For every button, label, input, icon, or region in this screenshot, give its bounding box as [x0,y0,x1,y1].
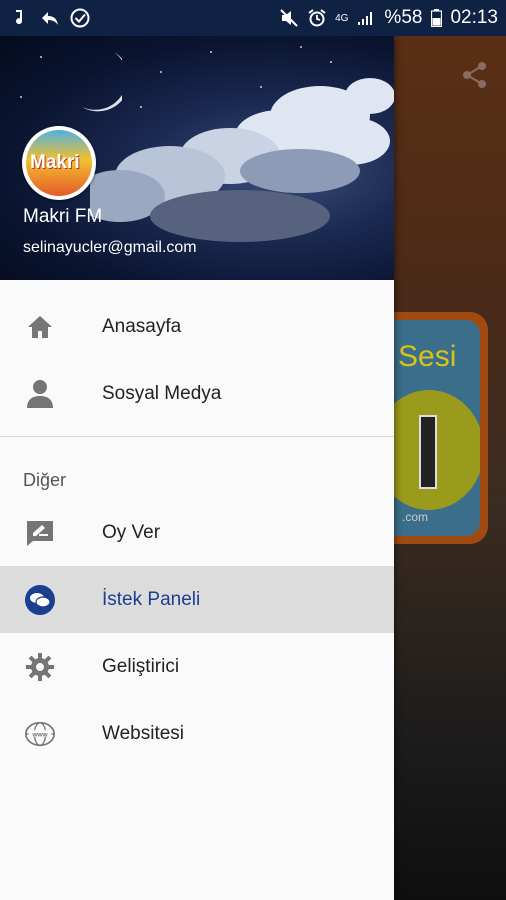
station-logo-text: Sesi [398,340,457,373]
menu-item-label: Anasayfa [102,315,182,337]
menu-item-website[interactable]: www Websitesi [0,700,394,767]
gear-icon [24,651,56,683]
person-icon [24,378,56,410]
station-logo: Sesi .com [394,312,488,544]
check-circle-icon [70,8,90,28]
alarm-icon [307,8,327,28]
menu-item-label: Websitesi [102,722,185,744]
user-name: Makri FM [23,206,103,227]
station-logo-domain: .com [402,510,429,524]
menu-item-label: Oy Ver [102,521,161,543]
menu-item-developer[interactable]: Geliştirici [0,633,394,700]
reply-icon [40,8,60,28]
menu-item-rate[interactable]: Oy Ver [0,499,394,566]
user-email: selinayucler@gmail.com [23,239,197,256]
battery-percent: %58 [384,7,423,28]
menu-item-social[interactable]: Sosyal Medya [0,360,394,427]
drawer-header: Makri Makri FM selinayucler@gmail.com [0,36,394,280]
navigation-drawer: Makri Makri FM selinayucler@gmail.com An… [0,36,394,900]
clouds-image [90,78,394,242]
menu-item-label: Geliştirici [102,655,180,677]
network-type-label: 4G [335,12,349,24]
chat-icon [24,584,56,616]
battery-icon [430,8,442,28]
share-icon[interactable] [460,60,490,90]
music-note-icon [10,8,30,28]
drawer-menu: Anasayfa Sosyal Medya Diğer Oy Ver İstek… [0,280,394,767]
clock: 02:13 [450,7,498,28]
signal-icon [356,8,376,28]
avatar-logo-text: Makri [30,152,80,173]
home-icon [24,311,56,343]
rate-icon [24,517,56,549]
menu-item-request-panel[interactable]: İstek Paneli [0,566,394,633]
menu-item-label: İstek Paneli [102,588,201,610]
section-title: Diğer [23,470,67,490]
menu-item-label: Sosyal Medya [102,382,222,404]
svg-text:www: www [31,731,48,738]
menu-item-home[interactable]: Anasayfa [0,293,394,360]
status-bar: 4G %58 02:13 [0,0,506,36]
mute-icon [279,8,299,28]
avatar[interactable]: Makri [22,126,96,200]
web-icon: www [24,718,56,750]
